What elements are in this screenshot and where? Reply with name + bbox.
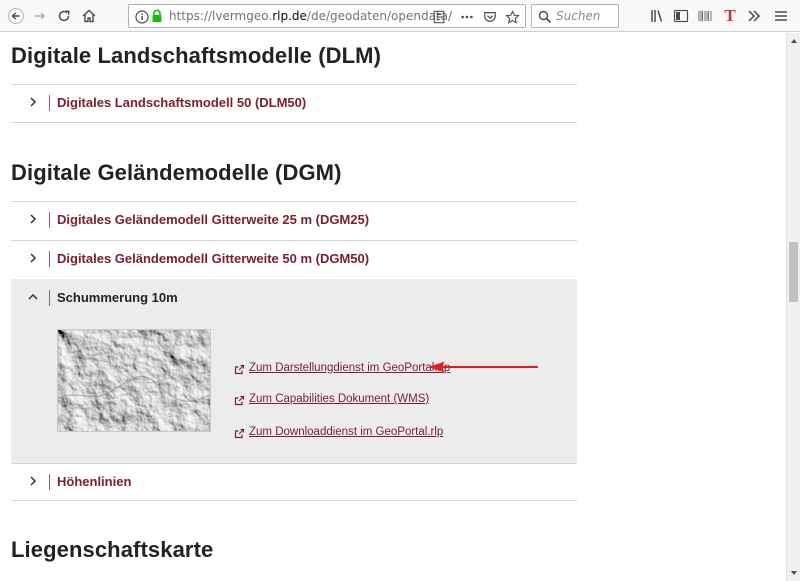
accordion-bar [49, 290, 50, 306]
scroll-up-arrow-icon[interactable] [790, 37, 798, 45]
link-label[interactable]: Zum Capabilities Dokument (WMS) [249, 393, 429, 405]
sidebar-icon [673, 9, 689, 23]
hillshade-thumbnail-image [57, 329, 211, 432]
accordion-bar [49, 251, 50, 267]
more-actions-icon[interactable] [459, 9, 475, 25]
search-bar[interactable] [531, 4, 619, 28]
scrollbar-thumb[interactable] [789, 242, 798, 302]
chevron-right-icon [30, 97, 37, 107]
t-letter-icon: T [724, 6, 736, 25]
accordion-item-dgm25[interactable]: Digitales Geländemodell Gitterweite 25 m… [11, 201, 577, 239]
accordion-label: Digitales Landschaftsmodell 50 (DLM50) [57, 95, 307, 110]
library-button[interactable] [646, 5, 668, 27]
heading-liegenschaftskarte: Liegenschaftskarte [11, 537, 214, 562]
link-label[interactable]: Zum Darstellungdienst im GeoPortal.rlp [249, 362, 450, 374]
overflow-menu-button[interactable] [743, 5, 765, 27]
accordion-item-dgm50[interactable]: Digitales Geländemodell Gitterweite 50 m… [11, 240, 577, 278]
hamburger-menu-button[interactable] [770, 5, 792, 27]
heading-dgm: Digitale Geländemodelle (DGM) [11, 160, 342, 185]
barcode-extension-button[interactable] [694, 5, 716, 27]
accordion-item-hoehenlinien[interactable]: Höhenlinien [11, 463, 577, 501]
pocket-icon[interactable] [482, 9, 498, 25]
external-link-icon [234, 395, 245, 406]
home-icon [82, 9, 96, 23]
t-extension-button[interactable]: T [719, 5, 741, 27]
url-text[interactable]: https://lvermgeo.rlp.de/de/geodaten/open… [169, 9, 452, 23]
url-host-main: rlp.de [272, 9, 307, 23]
reader-view-icon[interactable] [431, 9, 447, 25]
accordion-label: Digitales Geländemodell Gitterweite 25 m… [57, 212, 370, 227]
link-label[interactable]: Zum Downloaddienst im GeoPortal.rlp [249, 426, 443, 438]
page-content: Digitale Landschaftsmodelle (DLM) Digita… [0, 33, 786, 581]
library-icon [651, 10, 663, 22]
divider [11, 500, 577, 501]
lock-icon[interactable] [151, 9, 163, 23]
divider [11, 122, 577, 123]
accordion-bar [49, 95, 50, 111]
chevron-right-icon [30, 253, 37, 263]
reload-icon [58, 10, 70, 22]
home-button[interactable] [78, 5, 100, 27]
accordion-item-dlm50[interactable]: Digitales Landschaftsmodell 50 (DLM50) [11, 84, 577, 122]
accordion-label: Höhenlinien [57, 474, 132, 489]
chevron-up-icon [28, 293, 38, 300]
accordion-label: Schummerung 10m [57, 290, 178, 305]
sidebar-button[interactable] [670, 5, 692, 27]
accordion-header-schummerung[interactable]: Schummerung 10m [11, 279, 577, 317]
external-link-icon [234, 428, 245, 439]
heading-dlm: Digitale Landschaftsmodelle (DLM) [11, 43, 382, 68]
info-icon[interactable] [135, 10, 149, 24]
chevron-right-icon [30, 214, 37, 224]
back-arrow-icon [8, 8, 24, 24]
search-icon [538, 10, 552, 24]
external-link-icon [234, 364, 245, 375]
accordion-label: Digitales Geländemodell Gitterweite 50 m… [57, 251, 370, 266]
chevron-right-icon [30, 476, 37, 486]
vertical-scrollbar[interactable] [786, 33, 800, 581]
browser-toolbar: https://lvermgeo.rlp.de/de/geodaten/open… [0, 0, 800, 32]
search-input[interactable] [556, 7, 616, 25]
red-arrow-annotation-icon [428, 361, 538, 373]
back-button[interactable] [5, 5, 27, 27]
url-bar[interactable]: https://lvermgeo.rlp.de/de/geodaten/open… [128, 4, 526, 28]
bookmark-star-icon[interactable] [504, 9, 520, 25]
scroll-down-arrow-icon[interactable] [790, 569, 798, 577]
reload-button[interactable] [53, 5, 75, 27]
accordion-bar [49, 474, 50, 490]
double-chevron-icon [748, 10, 761, 22]
barcode-icon [698, 11, 712, 21]
forward-button[interactable] [29, 5, 51, 27]
forward-arrow-icon [35, 12, 45, 20]
url-host-prefix: https://lvermgeo. [169, 9, 273, 23]
accordion-bar [49, 212, 50, 228]
hamburger-icon [775, 11, 787, 21]
